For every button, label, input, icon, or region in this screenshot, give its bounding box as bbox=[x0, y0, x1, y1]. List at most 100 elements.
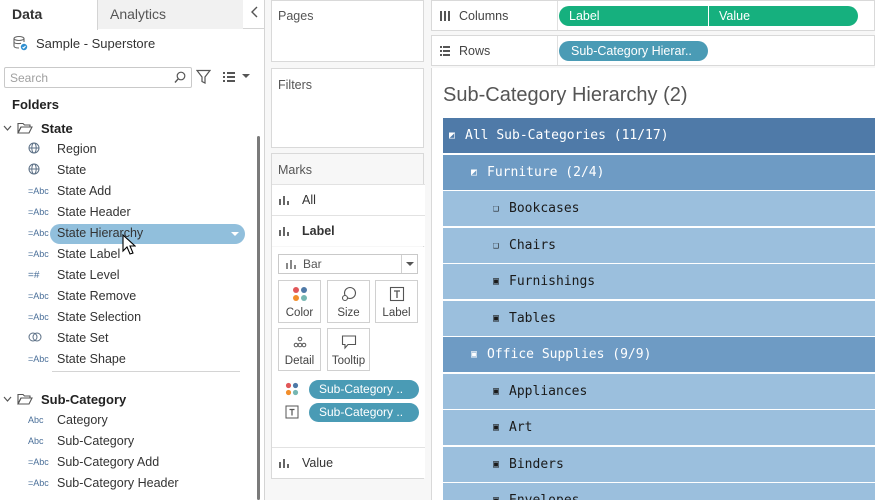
detail-button[interactable]: Detail bbox=[278, 328, 321, 371]
field-row[interactable]: Abc Category bbox=[28, 410, 108, 430]
data-pane-scrollbar[interactable] bbox=[257, 136, 260, 500]
columns-pill-label[interactable]: Label bbox=[559, 6, 708, 26]
expand-toggle-icon[interactable]: ❑ bbox=[493, 203, 499, 214]
field-row[interactable]: State bbox=[28, 160, 86, 180]
tooltip-button[interactable]: Tooltip bbox=[327, 328, 370, 371]
filters-card-title: Filters bbox=[278, 78, 313, 92]
color-field-pill[interactable]: Sub-Category .. bbox=[309, 380, 419, 399]
hierarchy-row[interactable]: ▣ Binders bbox=[443, 446, 875, 483]
hierarchy-row-label: Art bbox=[509, 420, 533, 435]
expand-toggle-icon[interactable]: ▣ bbox=[493, 276, 499, 287]
filter-icon[interactable] bbox=[196, 69, 211, 85]
detail-button-label: Detail bbox=[284, 355, 315, 367]
expand-toggle-icon[interactable]: ▣ bbox=[493, 459, 499, 470]
globe-icon bbox=[28, 163, 50, 177]
hierarchy-row[interactable]: ▣ Tables bbox=[443, 300, 875, 337]
detail-icon bbox=[293, 336, 307, 348]
view-options-icon[interactable] bbox=[222, 70, 236, 84]
field-row[interactable]: =Abc State Remove bbox=[28, 286, 136, 306]
hierarchy-row[interactable]: ▣ Appliances bbox=[443, 373, 875, 410]
chevron-down-icon[interactable] bbox=[3, 123, 13, 134]
field-row[interactable]: Region bbox=[28, 139, 97, 159]
chevron-down-icon[interactable] bbox=[401, 255, 417, 273]
marks-card: Marks All Label Bar Color Size Label Det… bbox=[271, 153, 425, 479]
pages-card[interactable]: Pages bbox=[271, 0, 424, 62]
hierarchy-row[interactable]: ▣ Furnishings bbox=[443, 264, 875, 300]
field-row[interactable]: =Abc State Add bbox=[28, 181, 111, 201]
search-field[interactable] bbox=[4, 67, 192, 88]
bar-chart-icon bbox=[279, 459, 289, 468]
calculated-string-icon: =Abc bbox=[28, 249, 49, 259]
hierarchy-row-label: Chairs bbox=[509, 237, 556, 253]
rows-shelf[interactable]: Rows Sub-Category Hierar.. bbox=[431, 35, 875, 66]
search-input[interactable] bbox=[10, 68, 170, 87]
field-row[interactable]: =Abc State Label bbox=[28, 244, 120, 264]
divider bbox=[52, 371, 240, 372]
columns-pill-value[interactable]: Value bbox=[709, 6, 858, 26]
tab-analytics[interactable]: Analytics bbox=[98, 0, 243, 29]
label-button-label: Label bbox=[382, 307, 411, 319]
field-label: State Remove bbox=[57, 289, 137, 303]
field-row[interactable]: =# State Level bbox=[28, 265, 120, 285]
data-pane: Data Analytics Sample - Superstore Searc… bbox=[0, 0, 265, 500]
collapse-pane-icon[interactable] bbox=[243, 0, 265, 29]
size-button[interactable]: Size bbox=[327, 280, 370, 323]
hierarchy-row[interactable]: ◩ Furniture (2/4) bbox=[443, 154, 875, 191]
expand-toggle-icon[interactable]: ▣ bbox=[493, 495, 499, 500]
view-canvas[interactable]: Sub-Category Hierarchy (2) ◩ All Sub-Cate… bbox=[431, 68, 875, 500]
hierarchy-row[interactable]: ▣ Art bbox=[443, 410, 875, 446]
expand-toggle-icon[interactable]: ▣ bbox=[493, 313, 499, 324]
expand-toggle-icon[interactable]: ◩ bbox=[449, 130, 455, 141]
hierarchy-row[interactable]: ▣ Office Supplies (9/9) bbox=[443, 337, 875, 373]
shelves-area: Columns Label Value Rows Sub-Category Hi… bbox=[431, 0, 875, 68]
color-button[interactable]: Color bbox=[278, 280, 321, 323]
calculated-number-icon: =# bbox=[28, 269, 40, 281]
folder-label: State bbox=[41, 120, 73, 136]
view-options-caret-icon[interactable] bbox=[241, 71, 251, 81]
rows-icon bbox=[440, 45, 450, 56]
hierarchy-row[interactable]: ❑ Chairs bbox=[443, 227, 875, 264]
field-row[interactable]: =Abc Sub-Category Add bbox=[28, 452, 159, 472]
field-row[interactable]: Abc Sub-Category bbox=[28, 431, 134, 451]
expand-toggle-icon[interactable]: ▣ bbox=[471, 349, 477, 360]
search-icon[interactable] bbox=[174, 71, 186, 84]
field-label: Category bbox=[57, 413, 108, 427]
rows-pill-sub-category-hierarchy[interactable]: Sub-Category Hierar.. bbox=[559, 41, 708, 61]
field-row[interactable]: =Abc State Shape bbox=[28, 349, 126, 369]
mark-type-dropdown[interactable]: Bar bbox=[278, 254, 418, 274]
field-row[interactable]: State Set bbox=[28, 328, 108, 348]
marks-tab-value[interactable]: Value bbox=[272, 447, 425, 478]
tab-data[interactable]: Data bbox=[0, 0, 98, 30]
marks-tab-label-card[interactable]: Label bbox=[272, 215, 425, 246]
mark-type-value: Bar bbox=[303, 257, 322, 271]
hierarchy-row-label: All Sub-Categories (11/17) bbox=[465, 128, 669, 143]
folder-sub-category[interactable]: Sub-Category bbox=[0, 389, 126, 409]
folder-label: Sub-Category bbox=[41, 391, 127, 407]
color-icon bbox=[293, 287, 307, 301]
expand-toggle-icon[interactable]: ❑ bbox=[493, 240, 499, 251]
field-row[interactable]: =Abc State Header bbox=[28, 202, 131, 222]
field-menu-caret-icon[interactable] bbox=[231, 232, 239, 236]
hierarchy-row[interactable]: ❑ Bookcases bbox=[443, 191, 875, 227]
bar-chart-icon bbox=[286, 260, 296, 269]
expand-toggle-icon[interactable]: ▣ bbox=[493, 422, 499, 433]
field-row[interactable]: =Abc State Selection bbox=[28, 307, 141, 327]
expand-toggle-icon[interactable]: ◩ bbox=[471, 167, 477, 178]
hierarchy-row[interactable]: ▣ Envelopes bbox=[443, 483, 875, 500]
tooltip-button-label: Tooltip bbox=[331, 355, 366, 367]
field-label: Region bbox=[57, 142, 97, 156]
label-field-pill[interactable]: Sub-Category .. bbox=[309, 403, 419, 422]
columns-shelf[interactable]: Columns Label Value bbox=[431, 0, 875, 31]
datasource[interactable]: Sample - Superstore bbox=[12, 34, 155, 52]
marks-tab-all[interactable]: All bbox=[272, 184, 425, 215]
expand-toggle-icon[interactable]: ▣ bbox=[493, 386, 499, 397]
folder-state[interactable]: State bbox=[0, 118, 73, 138]
field-row[interactable]: =Abc Sub-Category Header bbox=[28, 473, 179, 493]
hierarchy-row[interactable]: ◩ All Sub-Categories (11/17) bbox=[443, 118, 875, 154]
label-button[interactable]: Label bbox=[375, 280, 418, 323]
field-label: Sub-Category Header bbox=[57, 476, 179, 490]
calculated-string-icon: =Abc bbox=[28, 291, 49, 301]
chevron-down-icon[interactable] bbox=[3, 394, 13, 405]
tooltip-icon bbox=[341, 335, 357, 350]
filters-card[interactable]: Filters bbox=[271, 68, 424, 148]
